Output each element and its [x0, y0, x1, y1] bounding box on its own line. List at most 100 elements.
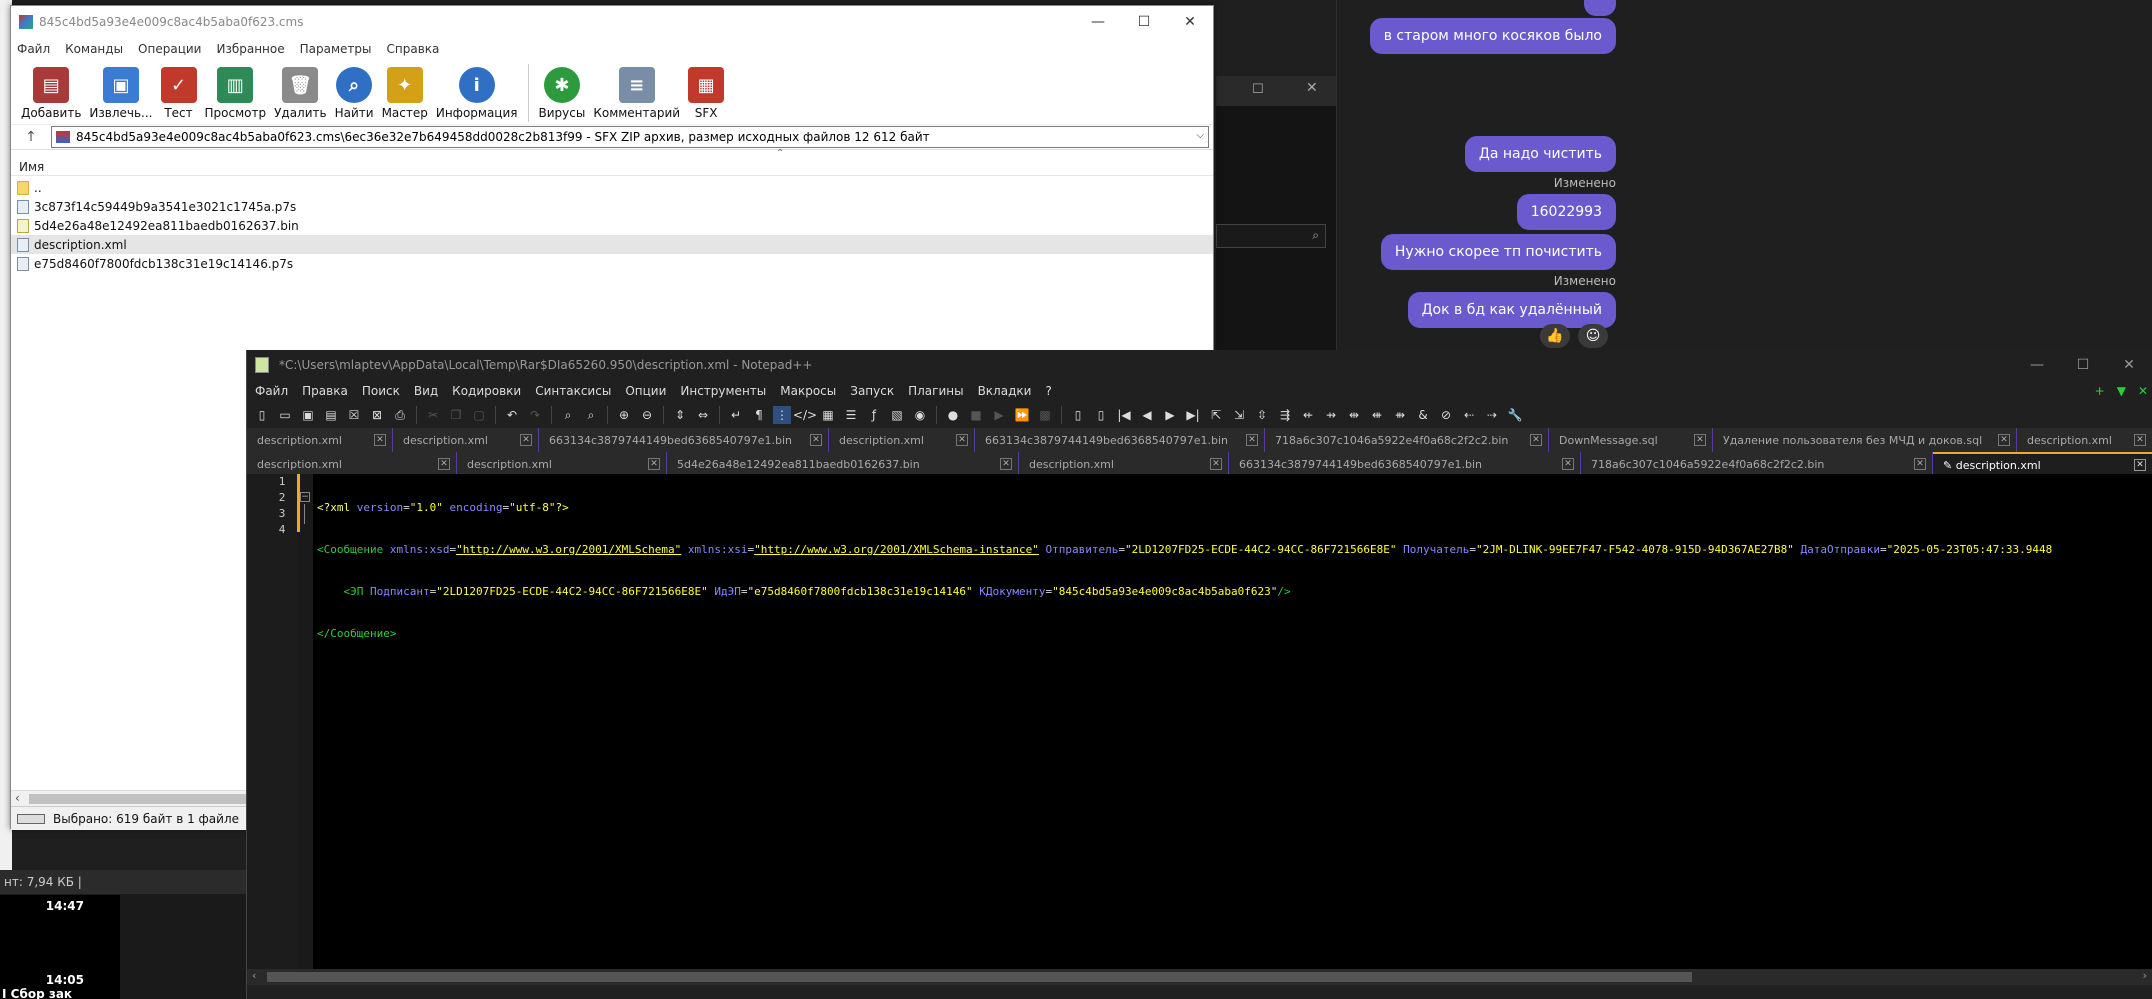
next-icon[interactable]: ▶: [1161, 406, 1179, 424]
file-tab[interactable]: description.xml ✕: [457, 452, 667, 476]
file-row[interactable]: e75d8460f7800fdcb138c31e19c14146.p7s: [11, 254, 1213, 273]
first-icon[interactable]: |◀: [1115, 406, 1133, 424]
chevron-down-icon[interactable]: ⌵: [1196, 130, 1204, 141]
save-all-icon[interactable]: ▤: [322, 406, 340, 424]
tab-close-icon[interactable]: ✕: [1530, 434, 1542, 446]
file-tab[interactable]: description.xml ✕: [2017, 428, 2152, 452]
file-row[interactable]: 3c873f14c59449b9a3541e3021c1745a.p7s: [11, 197, 1213, 216]
file-tab[interactable]: 718a6c307c1046a5922e4f0a68c2f2c2.bin ✕: [1265, 428, 1549, 452]
menu-encoding[interactable]: Кодировки: [452, 384, 521, 398]
close-tab-icon[interactable]: ✕: [2138, 384, 2148, 398]
plugin-icon[interactable]: ⇢: [1483, 406, 1501, 424]
plugin-icon[interactable]: ⊘: [1437, 406, 1455, 424]
file-tab[interactable]: 718a6c307c1046a5922e4f0a68c2f2c2.bin ✕: [1581, 452, 1933, 476]
tab-close-icon[interactable]: ✕: [1210, 458, 1222, 470]
menu-search[interactable]: Поиск: [362, 384, 400, 398]
info-button[interactable]: i Информация: [432, 62, 522, 124]
file-tab-active[interactable]: ✎ description.xml ✕: [1933, 452, 2152, 476]
plugin-icon[interactable]: ⇳: [1253, 406, 1271, 424]
tab-close-icon[interactable]: ✕: [2134, 434, 2146, 446]
find-icon[interactable]: ⌕: [559, 406, 577, 424]
maximize-button[interactable]: ☐: [2060, 350, 2106, 380]
minimize-button[interactable]: —: [1075, 6, 1121, 38]
fold-minus-icon[interactable]: −: [300, 492, 310, 502]
plugin-icon[interactable]: ⇸: [1322, 406, 1340, 424]
document-list-icon[interactable]: ☰: [842, 406, 860, 424]
tab-close-icon[interactable]: ✕: [648, 458, 660, 470]
menu-settings[interactable]: Опции: [625, 384, 666, 398]
file-tab[interactable]: description.xml ✕: [1019, 452, 1229, 476]
menu-language[interactable]: Синтаксисы: [535, 384, 611, 398]
last-icon[interactable]: ▶|: [1184, 406, 1202, 424]
tab-close-icon[interactable]: ✕: [810, 434, 822, 446]
menu-view[interactable]: Вид: [414, 384, 438, 398]
menu-file[interactable]: Файл: [17, 42, 50, 56]
monitoring-icon[interactable]: ◉: [911, 406, 929, 424]
view-button[interactable]: ▥ Просмотр: [201, 62, 271, 124]
winrar-titlebar[interactable]: 845c4bd5a93e4e009c8ac4b5aba0f623.cms — ☐…: [11, 6, 1213, 38]
redo-icon[interactable]: ↷: [526, 406, 544, 424]
menu-run[interactable]: Запуск: [850, 384, 894, 398]
scrollbar-thumb[interactable]: [29, 794, 249, 804]
minimize-button[interactable]: —: [2014, 350, 2060, 380]
chat-message[interactable]: Док в бд как удалённый: [1407, 292, 1616, 328]
close-button[interactable]: ✕: [1167, 6, 1213, 38]
xml-tag-icon[interactable]: </>: [793, 406, 817, 424]
add-button[interactable]: ▤ Добавить: [17, 62, 85, 124]
test-button[interactable]: ✓ Тест: [157, 62, 201, 124]
previous-icon[interactable]: ◀: [1138, 406, 1156, 424]
zoom-in-icon[interactable]: ⊕: [615, 406, 633, 424]
plugin-icon[interactable]: ⇺: [1368, 406, 1386, 424]
file-row[interactable]: ..: [11, 178, 1213, 197]
save-icon[interactable]: ▣: [299, 406, 317, 424]
file-tab[interactable]: 663134c3879744149bed6368540797e1.bin ✕: [539, 428, 829, 452]
plugin-icon[interactable]: ⇷: [1299, 406, 1317, 424]
file-tab[interactable]: Удаление пользователя без МЧД и доков.sq…: [1713, 428, 2017, 452]
thumbs-up-icon[interactable]: 👍: [1540, 324, 1570, 348]
close-all-icon[interactable]: ⊠: [368, 406, 386, 424]
scroll-left-icon[interactable]: ‹: [15, 791, 20, 805]
up-arrow-icon[interactable]: ↑: [11, 129, 51, 145]
notepadpp-titlebar[interactable]: *C:\Users\mlaptev\AppData\Local\Temp\Rar…: [247, 350, 2152, 380]
menu-help[interactable]: Справка: [387, 42, 440, 56]
open-file-icon[interactable]: ▭: [276, 406, 294, 424]
close-icon[interactable]: ✕: [1306, 80, 1318, 96]
function-list-icon[interactable]: ƒ: [865, 406, 883, 424]
wizard-button[interactable]: ✦ Мастер: [378, 62, 432, 124]
menu-plugins[interactable]: Плагины: [908, 384, 963, 398]
maximize-button[interactable]: ☐: [1121, 6, 1167, 38]
background-search-input[interactable]: ⌕: [1216, 224, 1326, 248]
menu-commands[interactable]: Команды: [65, 42, 123, 56]
undo-icon[interactable]: ↶: [503, 406, 521, 424]
code-editor[interactable]: 1 2 3 4 − <?xml version="1.0" encoding="…: [247, 474, 2152, 969]
new-file-icon[interactable]: ▯: [253, 406, 271, 424]
tab-close-icon[interactable]: ✕: [1998, 434, 2010, 446]
record-macro-icon[interactable]: ●: [944, 406, 962, 424]
scroll-right-icon[interactable]: ›: [2143, 969, 2147, 982]
menu-help[interactable]: ?: [1045, 384, 1051, 398]
menu-macro[interactable]: Макросы: [780, 384, 836, 398]
print-icon[interactable]: ⎙: [391, 406, 409, 424]
find-button[interactable]: ⌕ Найти: [331, 62, 378, 124]
tab-close-icon[interactable]: ✕: [1694, 434, 1706, 446]
tab-close-icon[interactable]: ✕: [1246, 434, 1258, 446]
plugin-icon[interactable]: ⇶: [1276, 406, 1294, 424]
play-macro-icon[interactable]: ▶: [990, 406, 1008, 424]
menu-operations[interactable]: Операции: [138, 42, 201, 56]
plugin-icon[interactable]: ⇹: [1345, 406, 1363, 424]
tab-close-icon[interactable]: ✕: [1914, 458, 1926, 470]
path-field[interactable]: 845c4bd5a93e4e009c8ac4b5aba0f623.cms\6ec…: [51, 126, 1209, 148]
scroll-left-icon[interactable]: ‹: [252, 969, 256, 982]
menu-file[interactable]: Файл: [255, 384, 288, 398]
menu-tools[interactable]: Инструменты: [680, 384, 766, 398]
tab-list-icon[interactable]: ▼: [2117, 384, 2126, 398]
wrench-icon[interactable]: 🔧: [1506, 406, 1524, 424]
code-text[interactable]: <?xml version="1.0" encoding="utf-8"?> <…: [317, 474, 2152, 668]
plugin-icon[interactable]: ⇱: [1207, 406, 1225, 424]
indent-guide-icon[interactable]: ⋮: [773, 406, 791, 424]
save-macro-icon[interactable]: ▩: [1036, 406, 1054, 424]
extract-button[interactable]: ▣ Извлечь...: [85, 62, 156, 124]
chat-message[interactable]: в старом много косяков было: [1369, 18, 1616, 54]
close-icon[interactable]: ☒: [345, 406, 363, 424]
file-row[interactable]: 5d4e26a48e12492ea811baedb0162637.bin: [11, 216, 1213, 235]
